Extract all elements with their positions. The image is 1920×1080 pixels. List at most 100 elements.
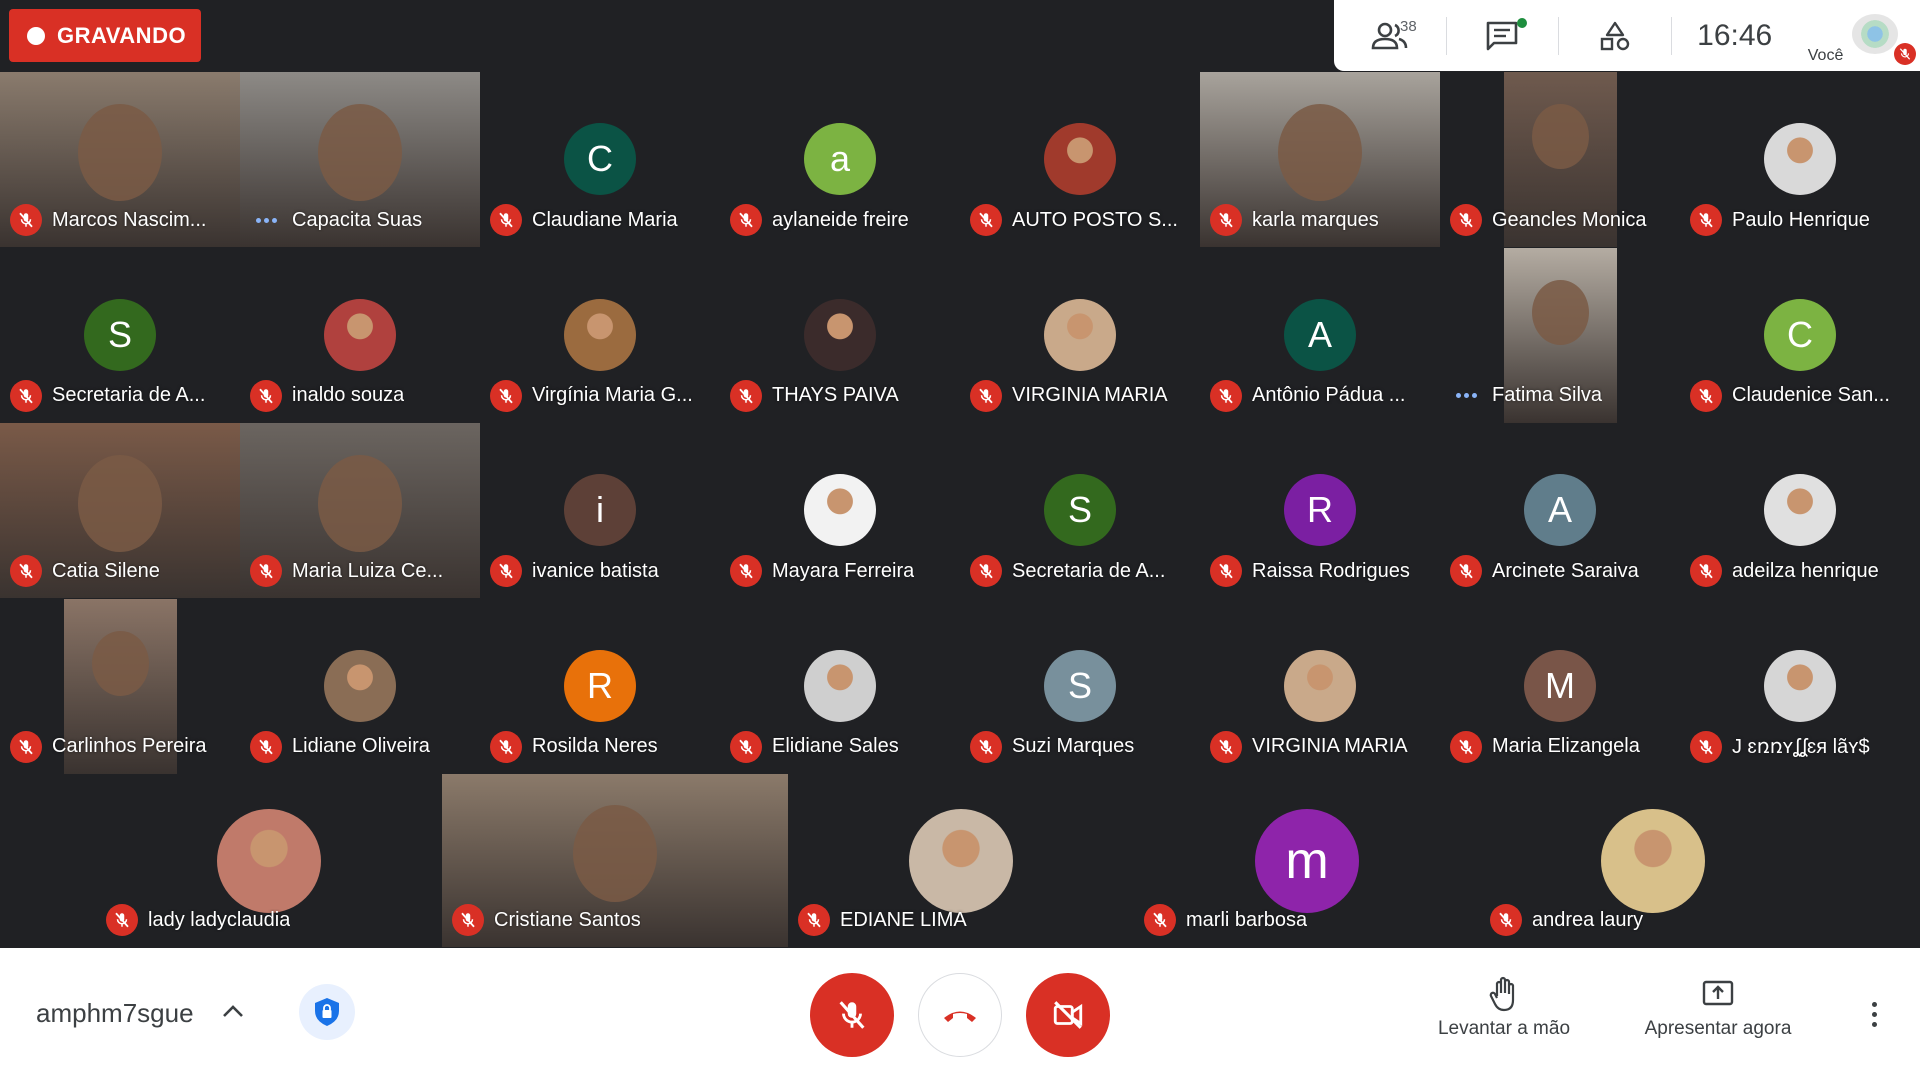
participant-tile[interactable]: Lidiane Oliveira: [240, 598, 480, 774]
participant-avatar: [1044, 298, 1116, 371]
participant-tile[interactable]: Cristiane Santos: [442, 774, 788, 947]
chevron-up-icon[interactable]: [218, 996, 248, 1026]
participant-tile[interactable]: VIRGINIA MARIA: [960, 247, 1200, 423]
participant-tile[interactable]: R Rosilda Neres: [480, 598, 720, 774]
leave-call-button[interactable]: [918, 973, 1002, 1057]
participants-button[interactable]: 38: [1334, 0, 1446, 71]
participant-avatar: [324, 298, 396, 371]
participant-tile[interactable]: Marcos Nascim...: [0, 72, 240, 247]
participant-tile[interactable]: THAYS PAIVA: [720, 247, 960, 423]
participant-avatar: S: [1044, 474, 1116, 546]
mic-off-icon: [1690, 204, 1722, 236]
participant-tile[interactable]: EDIANE LIMA: [788, 774, 1134, 947]
participant-tile[interactable]: lady ladyclaudia: [96, 774, 442, 947]
participant-name-row: Rosilda Neres: [490, 730, 712, 763]
participant-tile[interactable]: Virgínia Maria G...: [480, 247, 720, 423]
participant-tile[interactable]: Capacita Suas: [240, 72, 480, 247]
participant-tile[interactable]: M Maria Elizangela: [1440, 598, 1680, 774]
mic-off-icon: [490, 204, 522, 236]
participant-name-row: andrea laury: [1490, 904, 1818, 936]
host-controls-button[interactable]: [299, 984, 355, 1040]
participant-tile[interactable]: C Claudiane Maria: [480, 72, 720, 247]
participant-name-row: Raissa Rodrigues: [1210, 555, 1432, 587]
participant-avatar: R: [1284, 474, 1356, 546]
self-view-tile[interactable]: Você: [1798, 0, 1920, 71]
participant-name: Elidiane Sales: [772, 735, 899, 757]
meeting-code[interactable]: amphm7sgue: [36, 998, 194, 1029]
participant-tile[interactable]: Paulo Henrique: [1680, 72, 1920, 247]
participant-tile[interactable]: Mayara Ferreira: [720, 423, 960, 598]
participant-name: lady ladyclaudia: [148, 908, 291, 931]
participant-name: Maria Luiza Ce...: [292, 559, 444, 582]
speaking-dots-icon: [250, 204, 282, 236]
participant-tile[interactable]: Elidiane Sales: [720, 598, 960, 774]
participant-name: Virgínia Maria G...: [532, 384, 693, 406]
participant-name: Secretaria de A...: [52, 384, 206, 406]
participant-tile[interactable]: VIRGINIA MARIA: [1200, 598, 1440, 774]
video-face-shape: [78, 455, 162, 552]
participant-tile[interactable]: AUTO POSTO S...: [960, 72, 1200, 247]
camera-off-icon: [1053, 1001, 1083, 1029]
participant-tile[interactable]: R Raissa Rodrigues: [1200, 423, 1440, 598]
participant-tile[interactable]: J ɛռռʏʆʆɛя lãʏ$: [1680, 598, 1920, 774]
participant-name: andrea laury: [1532, 908, 1644, 931]
participant-tile[interactable]: inaldo souza: [240, 247, 480, 423]
participant-avatar: A: [1284, 298, 1356, 371]
microphone-toggle-button[interactable]: [810, 973, 894, 1057]
recording-dot-icon: [27, 26, 45, 45]
top-info-bar: 38 16:46 Você: [1334, 0, 1920, 71]
participant-name: THAYS PAIVA: [772, 384, 899, 406]
participant-tile[interactable]: Fatima Silva: [1440, 247, 1680, 423]
mic-off-icon: [250, 379, 282, 412]
participant-tile[interactable]: A Arcinete Saraiva: [1440, 423, 1680, 598]
participant-tile[interactable]: C Claudenice San...: [1680, 247, 1920, 423]
more-options-button[interactable]: [1856, 992, 1892, 1036]
video-face-shape: [318, 455, 402, 552]
video-face-shape: [1278, 104, 1362, 201]
participant-tile[interactable]: adeilza henrique: [1680, 423, 1920, 598]
participant-tile[interactable]: Catia Silene: [0, 423, 240, 598]
participant-name-row: J ɛռռʏʆʆɛя lãʏ$: [1690, 730, 1912, 763]
activities-button[interactable]: [1559, 0, 1671, 71]
mic-off-icon: [1210, 379, 1242, 412]
avatar-initial: m: [1285, 832, 1329, 890]
present-screen-icon: [1702, 980, 1734, 1006]
camera-toggle-button[interactable]: [1026, 973, 1110, 1057]
video-face-shape: [1532, 279, 1589, 345]
participant-tile[interactable]: S Secretaria de A...: [960, 423, 1200, 598]
mic-off-icon: [10, 555, 42, 587]
participant-tile[interactable]: Maria Luiza Ce...: [240, 423, 480, 598]
participant-tile[interactable]: a aylaneide freire: [720, 72, 960, 247]
mic-off-icon: [1144, 904, 1176, 936]
hand-icon: [1489, 976, 1515, 1012]
participant-name: J ɛռռʏʆʆɛя lãʏ$: [1732, 736, 1870, 758]
chat-button[interactable]: [1447, 0, 1559, 71]
mic-off-icon: [839, 1001, 865, 1029]
participant-name-row: Paulo Henrique: [1690, 204, 1912, 236]
participant-name: Secretaria de A...: [1012, 559, 1166, 582]
mic-off-icon: [1690, 379, 1722, 412]
participant-name-row: Maria Luiza Ce...: [250, 555, 472, 587]
avatar-initial: A: [1547, 489, 1572, 530]
participant-tile[interactable]: m marli barbosa: [1134, 774, 1480, 947]
recording-badge: GRAVANDO: [9, 9, 201, 62]
participant-tile[interactable]: A Antônio Pádua ...: [1200, 247, 1440, 423]
participant-tile[interactable]: i ivanice batista: [480, 423, 720, 598]
self-mic-off-icon: [1894, 43, 1917, 65]
avatar-initial: A: [1307, 313, 1332, 355]
avatar-initial: S: [1067, 489, 1092, 530]
avatar-initial: C: [587, 138, 613, 179]
participant-tile[interactable]: andrea laury: [1480, 774, 1826, 947]
mic-off-icon: [490, 555, 522, 587]
participant-avatar: [1764, 649, 1836, 722]
participant-tile[interactable]: Geancles Monica: [1440, 72, 1680, 247]
raise-hand-label: Levantar a mão: [1437, 1018, 1571, 1039]
participant-tile[interactable]: S Suzi Marques: [960, 598, 1200, 774]
participant-name-row: lady ladyclaudia: [106, 904, 434, 936]
participant-tile[interactable]: Carlinhos Pereira: [0, 598, 240, 774]
present-now-button[interactable]: Apresentar agora: [1638, 976, 1798, 1040]
mic-off-icon: [1490, 904, 1522, 936]
raise-hand-button[interactable]: Levantar a mão: [1424, 976, 1584, 1040]
participant-tile[interactable]: karla marques: [1200, 72, 1440, 247]
participant-tile[interactable]: S Secretaria de A...: [0, 247, 240, 423]
